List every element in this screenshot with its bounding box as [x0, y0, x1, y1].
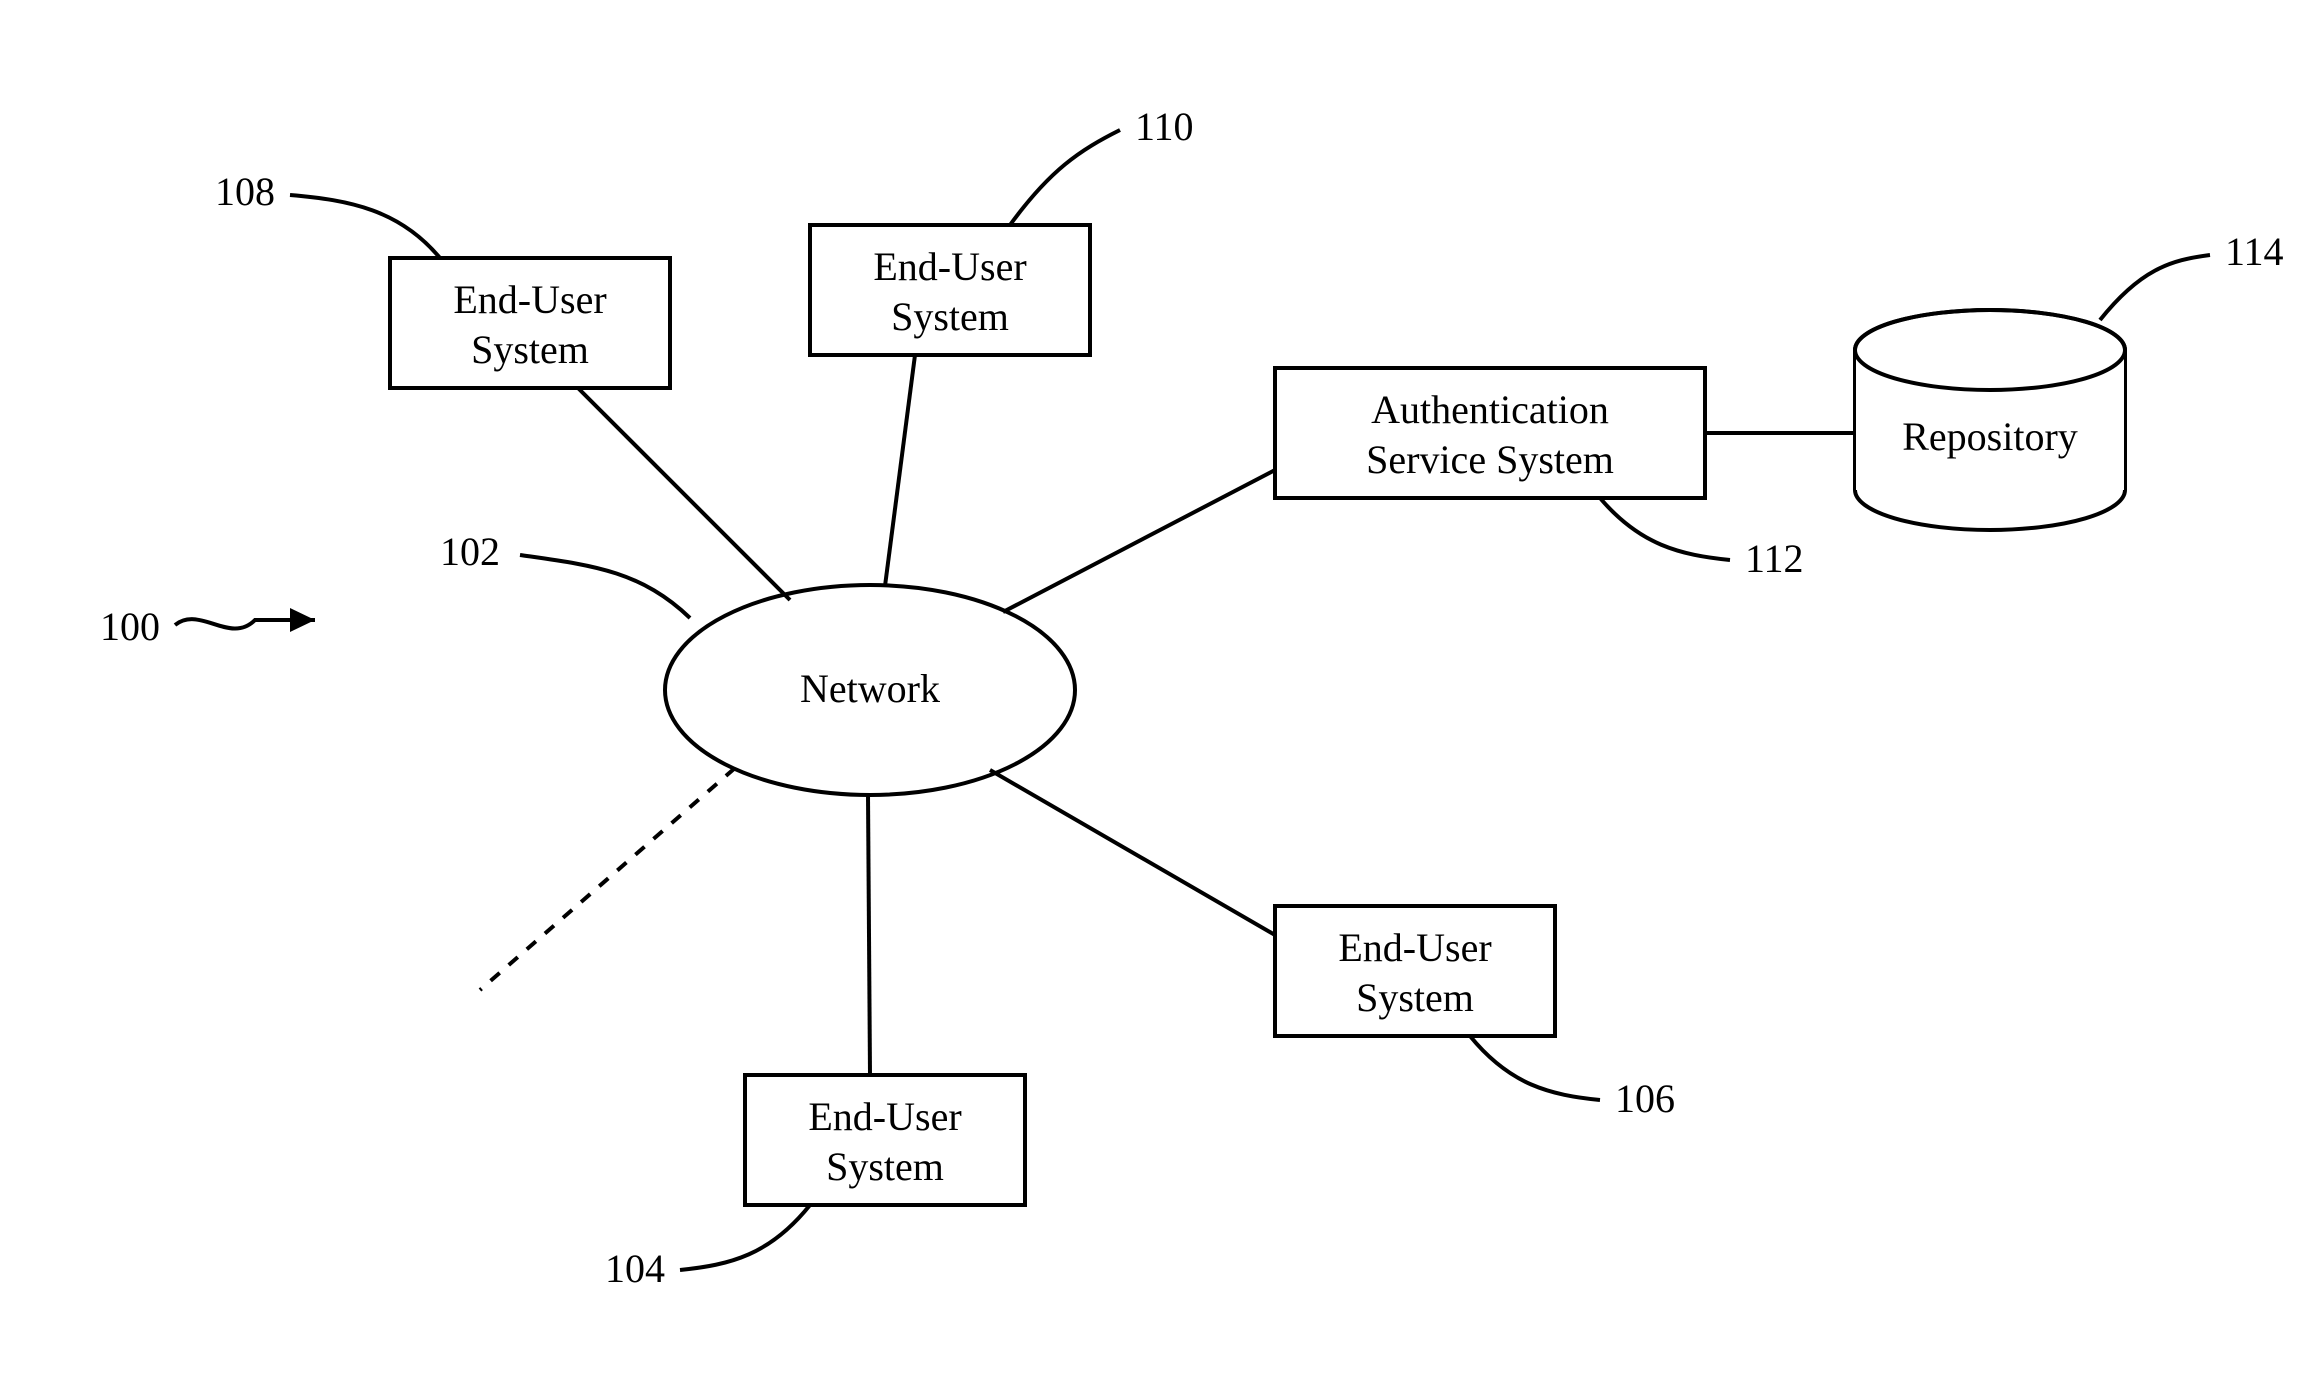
ref-114-label: 114: [2225, 229, 2284, 274]
eus-104-line1: End-User: [808, 1094, 961, 1139]
connector-112: [1003, 470, 1275, 612]
auth-line1: Authentication: [1371, 387, 1609, 432]
connector-108: [578, 388, 790, 600]
eus-110-line2: System: [891, 294, 1009, 339]
ref-110-label: 110: [1135, 104, 1194, 149]
eus-108-line2: System: [471, 327, 589, 372]
connector-104: [868, 795, 870, 1075]
ref-102-leader: 102: [440, 529, 690, 618]
ref-102-label: 102: [440, 529, 500, 574]
eus-110-line1: End-User: [873, 244, 1026, 289]
eus-106-line1: End-User: [1338, 925, 1491, 970]
network-node: Network: [665, 585, 1075, 795]
ref-106-label: 106: [1615, 1076, 1675, 1121]
ref-112-label: 112: [1745, 536, 1804, 581]
connector-106: [990, 770, 1275, 935]
ref-108-label: 108: [215, 169, 275, 214]
eus-106-line2: System: [1356, 975, 1474, 1020]
end-user-box-108: End-User System 108: [215, 169, 670, 388]
repo-label: Repository: [1902, 414, 2078, 459]
network-diagram: 100 Network 102 End-User System 108 End-…: [0, 0, 2317, 1374]
connector-dashed: [480, 768, 735, 990]
end-user-box-110: End-User System 110: [810, 104, 1194, 355]
end-user-box-106: End-User System 106: [1275, 906, 1675, 1121]
eus-104-line2: System: [826, 1144, 944, 1189]
end-user-box-104: End-User System 104: [605, 1075, 1025, 1291]
repository-cylinder: Repository 114: [1855, 229, 2284, 530]
ref-100-label: 100: [100, 604, 160, 649]
eus-108-line1: End-User: [453, 277, 606, 322]
network-label: Network: [800, 666, 940, 711]
connector-110: [885, 355, 915, 586]
auth-service-box: Authentication Service System 112: [1275, 368, 1804, 581]
ref-arrow-100: 100: [100, 604, 315, 649]
auth-line2: Service System: [1366, 437, 1614, 482]
ref-104-label: 104: [605, 1246, 665, 1291]
